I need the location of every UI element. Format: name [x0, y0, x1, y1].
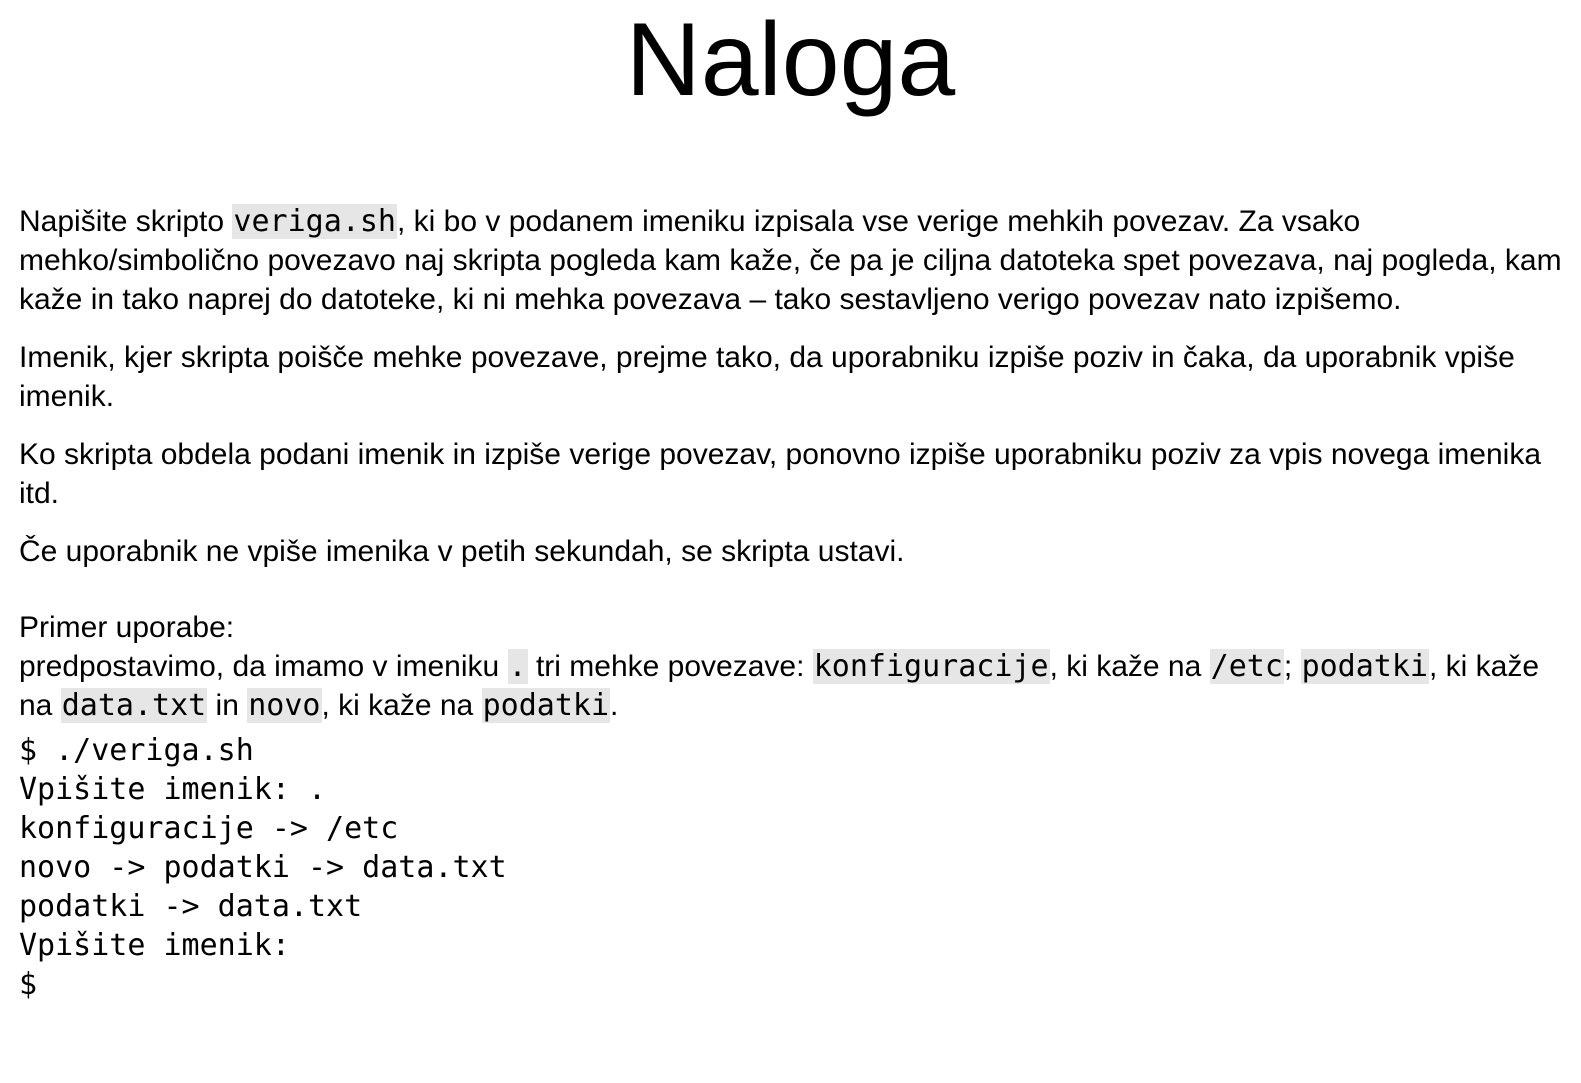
task-content: Napišite skripto veriga.sh, ki bo v poda… [19, 202, 1564, 1004]
text-fragment: , ki kaže na [1049, 650, 1210, 683]
text-fragment: in [207, 689, 248, 722]
terminal-line: Vpišite imenik: [19, 928, 290, 963]
code-script-name: veriga.sh [232, 204, 397, 239]
code-current-dir: . [507, 649, 528, 684]
paragraph-timeout: Če uporabnik ne vpiše imenika v petih se… [19, 535, 905, 568]
paragraph-input-prompt: Imenik, kjer skripta poišče mehke poveza… [19, 341, 1515, 413]
text-fragment: . [610, 689, 619, 722]
terminal-example-output: $ ./veriga.sh Vpišite imenik: . konfigur… [19, 731, 1564, 1004]
terminal-line: $ ./veriga.sh [19, 733, 254, 768]
text-fragment: predpostavimo, da imamo v imeniku [19, 650, 508, 683]
code-link-novo: novo [247, 688, 322, 723]
example-description: predpostavimo, da imamo v imeniku . tri … [19, 647, 1564, 725]
terminal-line: podatki -> data.txt [19, 889, 363, 924]
terminal-line: Vpišite imenik: . [19, 772, 327, 807]
code-link-podatki: podatki [1300, 649, 1429, 684]
text-fragment: Napišite skripto [19, 205, 233, 238]
page-title: Naloga [625, 2, 956, 118]
terminal-line: konfiguracije -> /etc [19, 811, 399, 846]
terminal-line: novo -> podatki -> data.txt [19, 850, 507, 885]
code-file-data-txt: data.txt [60, 688, 208, 723]
paragraph-task-description: Napišite skripto veriga.sh, ki bo v poda… [19, 202, 1564, 319]
code-link-podatki-target: podatki [481, 688, 611, 723]
example-heading: Primer uporabe: [19, 611, 235, 644]
code-path-etc: /etc [1209, 649, 1284, 684]
text-fragment: tri mehke povezave: [527, 650, 813, 683]
paragraph-repeat: Ko skripta obdela podani imenik in izpiš… [19, 438, 1542, 510]
text-fragment: , ki kaže na [321, 689, 482, 722]
code-link-konfiguracije: konfiguracije [812, 649, 1050, 684]
text-fragment: ; [1283, 650, 1301, 683]
terminal-line: $ [19, 967, 38, 1002]
